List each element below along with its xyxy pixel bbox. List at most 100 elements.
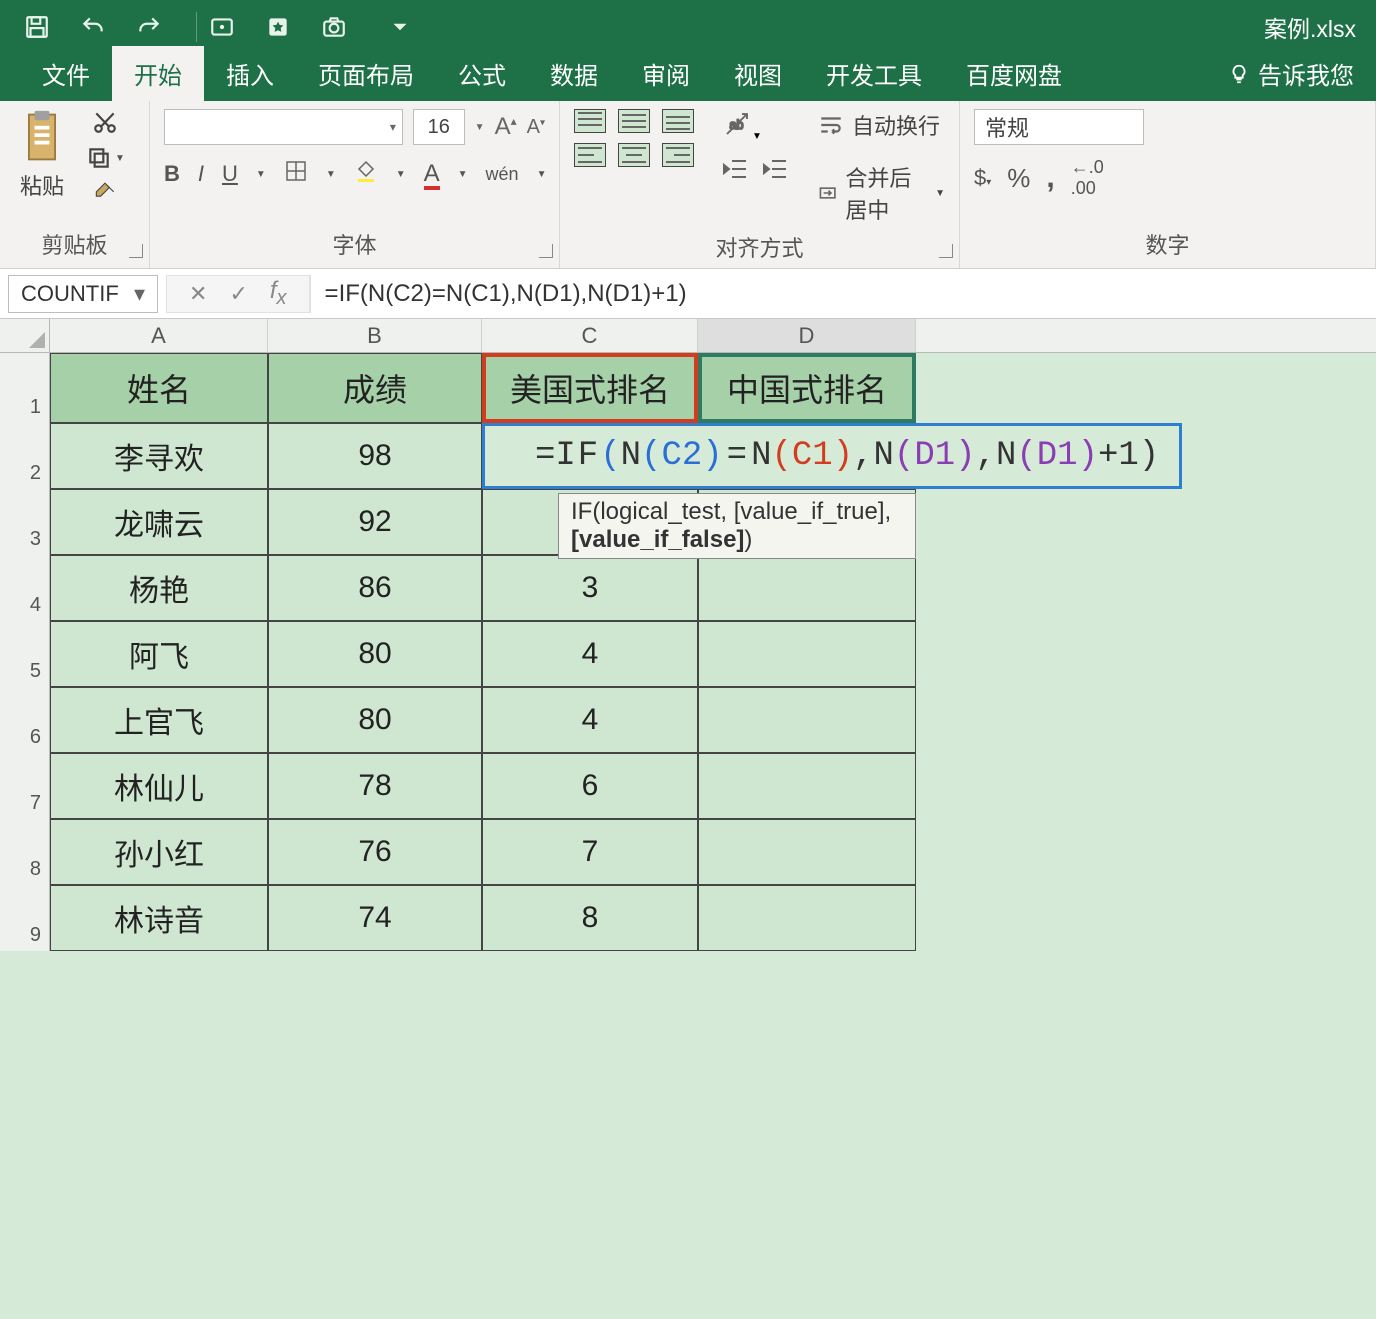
cell-D7[interactable] <box>698 753 916 819</box>
cancel-formula-icon[interactable]: ✕ <box>189 281 207 307</box>
col-header-D[interactable]: D <box>698 319 916 352</box>
cell-C9[interactable]: 8 <box>482 885 698 951</box>
cell-D8[interactable] <box>698 819 916 885</box>
cell-B6[interactable]: 80 <box>268 687 482 753</box>
redo-icon[interactable] <box>132 10 166 44</box>
copy-button[interactable]: ▼ <box>86 145 125 171</box>
customize-qat-icon[interactable] <box>383 10 417 44</box>
cell-editing-overlay[interactable]: = IF ( N ( C2 ) = N ( C1 ) , N ( D1 ) , … <box>482 423 1182 489</box>
orientation-button[interactable]: ab▼ <box>722 109 788 144</box>
tab-developer[interactable]: 开发工具 <box>804 46 944 101</box>
shrink-font-icon[interactable]: A▾ <box>527 116 545 139</box>
font-color-button[interactable]: A <box>424 160 440 188</box>
cell-A4[interactable]: 杨艳 <box>50 555 268 621</box>
cell-B7[interactable]: 78 <box>268 753 482 819</box>
row-header[interactable]: 5 <box>0 621 50 687</box>
cell-D4[interactable] <box>698 555 916 621</box>
col-header-C[interactable]: C <box>482 319 698 352</box>
cell-A5[interactable]: 阿飞 <box>50 621 268 687</box>
cell-B2[interactable]: 98 <box>268 423 482 489</box>
name-box[interactable]: COUNTIF ▾ <box>8 275 158 313</box>
align-middle-icon[interactable] <box>618 109 650 133</box>
cell-A8[interactable]: 孙小红 <box>50 819 268 885</box>
cell-D5[interactable] <box>698 621 916 687</box>
cell-C6[interactable]: 4 <box>482 687 698 753</box>
increase-decimal-icon[interactable]: ←.0.00 <box>1071 157 1104 199</box>
cut-button[interactable] <box>86 109 125 135</box>
grow-font-icon[interactable]: A▴ <box>495 113 517 141</box>
tab-baidu[interactable]: 百度网盘 <box>944 46 1084 101</box>
row-header[interactable]: 3 <box>0 489 50 555</box>
cell-A2[interactable]: 李寻欢 <box>50 423 268 489</box>
align-right-icon[interactable] <box>662 143 694 167</box>
tab-formulas[interactable]: 公式 <box>436 46 528 101</box>
comma-format-icon[interactable]: , <box>1046 161 1054 195</box>
font-name-select[interactable]: ▾ <box>164 109 403 145</box>
row-header[interactable]: 9 <box>0 885 50 951</box>
tab-view[interactable]: 视图 <box>712 46 804 101</box>
tab-file[interactable]: 文件 <box>20 46 112 101</box>
align-bottom-icon[interactable] <box>662 109 694 133</box>
clipboard-launcher-icon[interactable] <box>129 244 143 258</box>
tab-review[interactable]: 审阅 <box>620 46 712 101</box>
enter-formula-icon[interactable]: ✓ <box>229 281 247 307</box>
percent-format-icon[interactable]: % <box>1007 163 1030 194</box>
row-header[interactable]: 1 <box>0 353 50 423</box>
cell-B5[interactable]: 80 <box>268 621 482 687</box>
cell-A7[interactable]: 林仙儿 <box>50 753 268 819</box>
cell-C4[interactable]: 3 <box>482 555 698 621</box>
tab-layout[interactable]: 页面布局 <box>296 46 436 101</box>
align-top-icon[interactable] <box>574 109 606 133</box>
tab-home[interactable]: 开始 <box>112 46 204 101</box>
row-header[interactable]: 7 <box>0 753 50 819</box>
border-button[interactable] <box>284 159 308 189</box>
col-header-B[interactable]: B <box>268 319 482 352</box>
font-size-select[interactable]: 16 <box>413 109 465 145</box>
cell-D1[interactable]: 中国式排名 <box>698 353 916 423</box>
cell-A3[interactable]: 龙啸云 <box>50 489 268 555</box>
camera-icon[interactable] <box>317 10 351 44</box>
cell-B3[interactable]: 92 <box>268 489 482 555</box>
tab-data[interactable]: 数据 <box>528 46 620 101</box>
fill-color-button[interactable] <box>354 159 378 189</box>
alignment-launcher-icon[interactable] <box>939 244 953 258</box>
row-header[interactable]: 4 <box>0 555 50 621</box>
undo-icon[interactable] <box>76 10 110 44</box>
number-format-select[interactable]: 常规 <box>974 109 1144 145</box>
increase-indent-icon[interactable] <box>762 158 788 185</box>
cell-C5[interactable]: 4 <box>482 621 698 687</box>
accounting-format-icon[interactable]: $▾ <box>974 165 991 191</box>
font-launcher-icon[interactable] <box>539 244 553 258</box>
cell-A6[interactable]: 上官飞 <box>50 687 268 753</box>
cell-C7[interactable]: 6 <box>482 753 698 819</box>
cell-D6[interactable] <box>698 687 916 753</box>
cell-A9[interactable]: 林诗音 <box>50 885 268 951</box>
merge-center-button[interactable]: 合并后居中 ▼ <box>818 161 945 225</box>
cell-A1[interactable]: 姓名 <box>50 353 268 423</box>
row-header[interactable]: 8 <box>0 819 50 885</box>
row-header[interactable]: 6 <box>0 687 50 753</box>
save-icon[interactable] <box>20 10 54 44</box>
cell-B8[interactable]: 76 <box>268 819 482 885</box>
wrap-text-button[interactable]: 自动换行 <box>818 109 945 141</box>
italic-button[interactable]: I <box>198 161 204 187</box>
cell-B1[interactable]: 成绩 <box>268 353 482 423</box>
row-header[interactable]: 2 <box>0 423 50 489</box>
touch-mode-icon[interactable] <box>205 10 239 44</box>
cell-C8[interactable]: 7 <box>482 819 698 885</box>
align-left-icon[interactable] <box>574 143 606 167</box>
paste-button[interactable]: 粘贴 <box>14 109 70 201</box>
format-painter-button[interactable] <box>86 181 125 207</box>
formula-input[interactable]: =IF(N(C2)=N(C1),N(D1),N(D1)+1) <box>310 275 1376 313</box>
bold-button[interactable]: B <box>164 161 180 187</box>
align-center-icon[interactable] <box>618 143 650 167</box>
cell-B4[interactable]: 86 <box>268 555 482 621</box>
tab-insert[interactable]: 插入 <box>204 46 296 101</box>
select-all-corner[interactable] <box>0 319 50 352</box>
tab-tellme[interactable]: 告诉我您 <box>1206 46 1376 101</box>
cell-D9[interactable] <box>698 885 916 951</box>
col-header-A[interactable]: A <box>50 319 268 352</box>
cell-C1[interactable]: 美国式排名 <box>482 353 698 423</box>
worksheet[interactable]: A B C D 1 2 3 4 5 6 7 8 9 姓名 成绩 美国式排名 中国… <box>0 319 1376 1319</box>
phonetic-button[interactable]: wén <box>486 165 519 183</box>
